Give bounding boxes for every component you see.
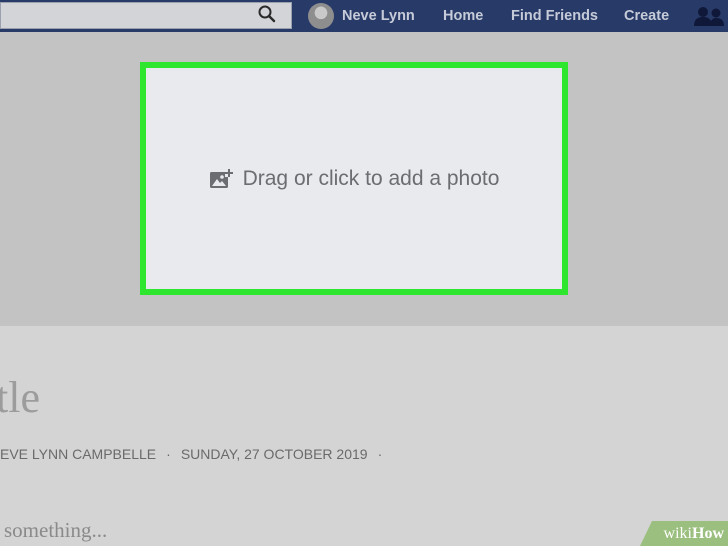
post-title[interactable]: tle	[0, 372, 40, 423]
watermark-how: How	[692, 524, 724, 542]
post-body-input[interactable]: something...	[4, 518, 107, 543]
avatar	[308, 3, 334, 29]
wikihow-watermark: wiki How	[640, 521, 728, 546]
nav-home[interactable]: Home	[443, 0, 483, 32]
nav-find-friends[interactable]: Find Friends	[511, 0, 598, 32]
search-icon[interactable]	[257, 4, 277, 24]
post-date: SUNDAY, 27 OCTOBER 2019	[180, 446, 368, 462]
add-photo-icon	[209, 168, 233, 188]
nav-create[interactable]: Create	[624, 0, 669, 32]
author-name: EVE LYNN CAMPBELLE	[0, 446, 157, 462]
byline-separator-trailing: ·	[377, 446, 383, 462]
search-input[interactable]	[0, 2, 292, 29]
profile-name: Neve Lynn	[342, 8, 415, 24]
watermark-wiki: wiki	[663, 524, 692, 542]
add-photo-label: Drag or click to add a photo	[242, 166, 500, 190]
top-navigation-bar: Neve Lynn Home Find Friends Create	[0, 0, 728, 32]
profile-link[interactable]: Neve Lynn	[308, 0, 415, 32]
byline-separator: ·	[166, 446, 171, 462]
cover-photo-area: Drag or click to add a photo	[0, 32, 728, 326]
friend-requests-icon[interactable]	[692, 5, 726, 27]
add-photo-dropzone[interactable]: Drag or click to add a photo	[140, 62, 568, 295]
post-byline: EVE LYNN CAMPBELLE · SUNDAY, 27 OCTOBER …	[0, 446, 728, 462]
